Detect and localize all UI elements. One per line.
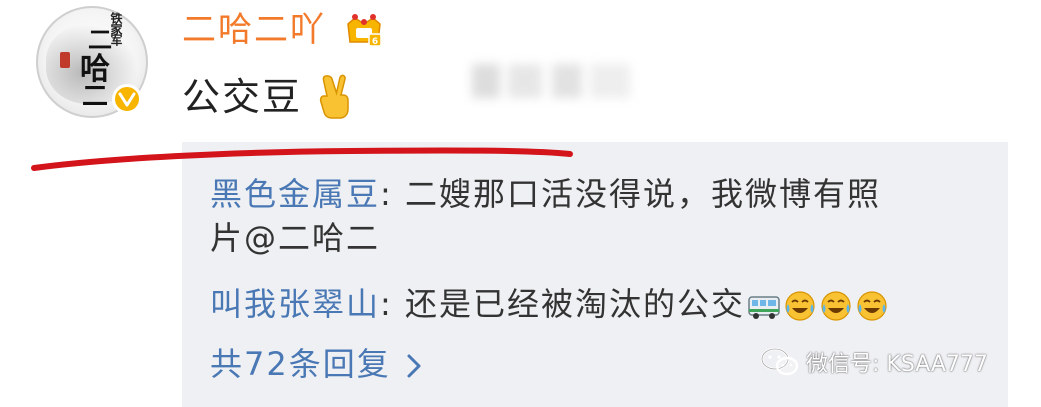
replies-label: 共72条回复 <box>210 345 391 383</box>
comment-separator: : <box>380 285 405 323</box>
verified-v-icon <box>112 84 142 114</box>
victory-hand-icon <box>314 72 354 120</box>
comment-item[interactable]: 叫我张翠山: 还是已经被淘汰的公交 <box>210 282 891 326</box>
comment-username[interactable]: 黑色金属豆 <box>210 175 380 213</box>
chevron-right-icon <box>407 354 421 378</box>
emoji-row <box>747 286 891 326</box>
comment-text: 片@二哈二 <box>210 219 381 257</box>
vip-crown-icon[interactable]: 6 <box>344 10 384 50</box>
blurred-region <box>472 64 640 98</box>
avatar-char: 二 <box>82 82 109 112</box>
comment-item-continued: 片@二哈二 <box>210 216 380 260</box>
weibo-post-screenshot: 铁家军 二 哈 二 二哈二吖 6 公交豆 黑色金属豆: 二嫂那口活没得说，我微博… <box>0 0 1041 407</box>
watermark-text: 微信号: KSAA777 <box>806 352 988 377</box>
wechat-watermark: 微信号: KSAA777 <box>760 344 988 380</box>
post-text: 公交豆 <box>182 75 303 119</box>
svg-text:6: 6 <box>372 37 378 47</box>
view-replies-link[interactable]: 共72条回复 <box>210 342 423 386</box>
laugh-cry-emoji-icon <box>857 291 887 321</box>
avatar-seal <box>60 52 70 68</box>
wechat-icon <box>760 347 799 376</box>
red-annotation-stroke <box>31 147 573 171</box>
comment-text: 还是已经被淘汰的公交 <box>404 285 745 323</box>
bus-emoji-icon <box>748 296 780 319</box>
laugh-cry-emoji-icon <box>821 291 851 321</box>
laugh-cry-emoji-icon <box>785 291 815 321</box>
comment-text: 二嫂那口活没得说，我微博有照 <box>404 175 881 213</box>
comment-item[interactable]: 黑色金属豆: 二嫂那口活没得说，我微博有照 <box>210 172 881 216</box>
post-username[interactable]: 二哈二吖 <box>182 8 326 52</box>
comment-username[interactable]: 叫我张翠山 <box>210 285 380 323</box>
comment-separator: : <box>380 175 405 213</box>
